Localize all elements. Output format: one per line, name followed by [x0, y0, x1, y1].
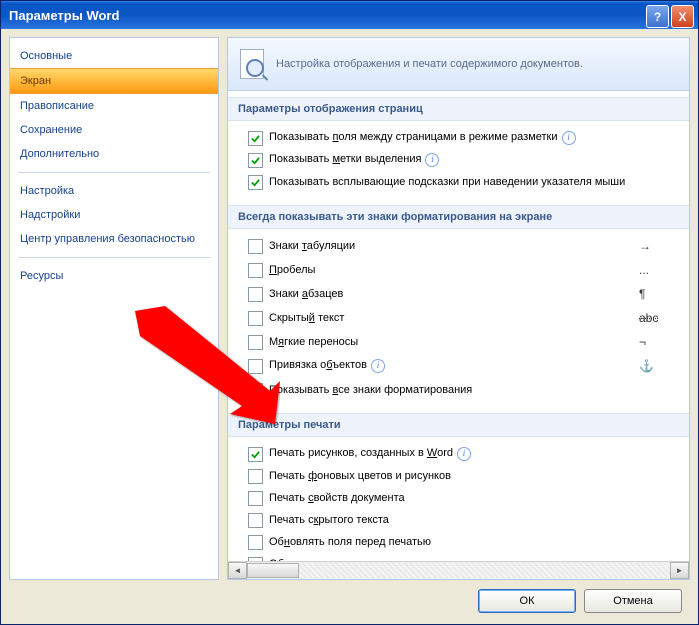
- option-row: Печать скрытого текста: [248, 509, 679, 531]
- checkbox[interactable]: [248, 311, 263, 326]
- checkbox[interactable]: [248, 535, 263, 550]
- checkbox[interactable]: [248, 239, 263, 254]
- sidebar: ОсновныеЭкранПравописаниеСохранениеДопол…: [9, 37, 219, 580]
- option-row: Пробелы: [248, 259, 639, 281]
- info-icon[interactable]: i: [371, 359, 385, 373]
- checkbox[interactable]: [248, 287, 263, 302]
- checkbox[interactable]: [248, 175, 263, 190]
- option-row: Показывать поля между страницами в режим…: [248, 127, 679, 149]
- sidebar-item-7[interactable]: Центр управления безопасностью: [10, 227, 218, 251]
- option-row: Привязка объектовi: [248, 355, 639, 377]
- scroll-thumb[interactable]: [247, 563, 299, 578]
- ok-button[interactable]: ОК: [478, 589, 576, 613]
- option-row: Печать рисунков, созданных в Wordi: [248, 443, 679, 465]
- content-panel: Настройка отображения и печати содержимо…: [227, 37, 690, 580]
- format-symbol: ...: [639, 263, 679, 277]
- option-label: Показывать метки выделенияi: [269, 153, 439, 167]
- info-icon[interactable]: i: [457, 447, 471, 461]
- cancel-button[interactable]: Отмена: [584, 589, 682, 613]
- titlebar: Параметры Word ? X: [1, 1, 698, 29]
- format-symbol: ⚓: [639, 359, 679, 373]
- sidebar-item-4[interactable]: Дополнительно: [10, 142, 218, 166]
- checkbox[interactable]: [248, 513, 263, 528]
- section-formatting: Знаки табуляции → Пробелы... Знаки абзацев ¶…: [228, 229, 689, 407]
- sidebar-item-2[interactable]: Правописание: [10, 94, 218, 118]
- checkbox[interactable]: [248, 383, 263, 398]
- checkbox[interactable]: [248, 263, 263, 278]
- scroll-right-button[interactable]: ►: [670, 562, 689, 579]
- close-button[interactable]: X: [671, 5, 694, 28]
- info-icon[interactable]: i: [425, 153, 439, 167]
- option-label: Привязка объектовi: [269, 359, 385, 373]
- option-label: Печать свойств документа: [269, 492, 405, 504]
- window-title: Параметры Word: [9, 8, 119, 23]
- option-label: Мягкие переносы: [269, 336, 358, 348]
- option-label: Печать рисунков, созданных в Wordi: [269, 447, 471, 461]
- option-label: Обновлять поля перед печатью: [269, 536, 431, 548]
- option-row: Мягкие переносы: [248, 331, 639, 353]
- option-label: Пробелы: [269, 264, 315, 276]
- dialog-footer: ОК Отмена: [9, 586, 690, 616]
- sidebar-item-1[interactable]: Экран: [10, 68, 218, 94]
- option-row: Показывать всплывающие подсказки при нав…: [248, 171, 679, 193]
- section-page-display: Показывать поля между страницами в режим…: [228, 121, 689, 199]
- option-row: Знаки табуляции: [248, 235, 639, 257]
- scroll-left-button[interactable]: ◄: [228, 562, 247, 579]
- horizontal-scrollbar[interactable]: ◄ ►: [228, 561, 689, 579]
- option-label: Скрытый текст: [269, 312, 344, 324]
- option-row: Показывать все знаки форматирования: [248, 379, 639, 401]
- dialog-window: Параметры Word ? X ОсновныеЭкранПравопис…: [0, 0, 699, 625]
- info-icon[interactable]: i: [562, 131, 576, 145]
- scroll-track[interactable]: [299, 563, 670, 578]
- sidebar-item-5[interactable]: Настройка: [10, 179, 218, 203]
- option-row: Обновлять связанные данные перед печатью: [248, 553, 679, 561]
- option-row: Обновлять поля перед печатью: [248, 531, 679, 553]
- help-button[interactable]: ?: [646, 5, 669, 28]
- header-text: Настройка отображения и печати содержимо…: [276, 58, 583, 70]
- sidebar-item-0[interactable]: Основные: [10, 44, 218, 68]
- option-label: Знаки табуляции: [269, 240, 355, 252]
- checkbox[interactable]: [248, 447, 263, 462]
- option-label: Показывать все знаки форматирования: [269, 384, 472, 396]
- option-row: Печать фоновых цветов и рисунков: [248, 465, 679, 487]
- checkbox[interactable]: [248, 153, 263, 168]
- content-header: Настройка отображения и печати содержимо…: [228, 38, 689, 91]
- sidebar-item-6[interactable]: Надстройки: [10, 203, 218, 227]
- format-symbol: →: [639, 239, 679, 253]
- section-page-display-title: Параметры отображения страниц: [228, 97, 689, 121]
- section-formatting-title: Всегда показывать эти знаки форматирован…: [228, 205, 689, 229]
- option-label: Печать скрытого текста: [269, 514, 389, 526]
- section-printing-title: Параметры печати: [228, 413, 689, 437]
- page-magnifier-icon: [238, 47, 266, 81]
- section-printing: Печать рисунков, созданных в Wordi Печать…: [228, 437, 689, 561]
- format-symbol: ¬: [639, 335, 679, 349]
- option-label: Показывать всплывающие подсказки при нав…: [269, 176, 625, 188]
- format-symbol: abc: [639, 311, 679, 325]
- option-label: Печать фоновых цветов и рисунков: [269, 470, 451, 482]
- option-label: Знаки абзацев: [269, 288, 343, 300]
- option-row: Печать свойств документа: [248, 487, 679, 509]
- checkbox[interactable]: [248, 335, 263, 350]
- option-row: Знаки абзацев: [248, 283, 639, 305]
- checkbox[interactable]: [248, 131, 263, 146]
- sidebar-item-3[interactable]: Сохранение: [10, 118, 218, 142]
- checkbox[interactable]: [248, 359, 263, 374]
- option-label: Показывать поля между страницами в режим…: [269, 131, 576, 145]
- option-row: Показывать метки выделенияi: [248, 149, 679, 171]
- checkbox[interactable]: [248, 469, 263, 484]
- option-row: Скрытый текст: [248, 307, 639, 329]
- format-symbol: ¶: [639, 287, 679, 301]
- checkbox[interactable]: [248, 491, 263, 506]
- sidebar-item-8[interactable]: Ресурсы: [10, 264, 218, 288]
